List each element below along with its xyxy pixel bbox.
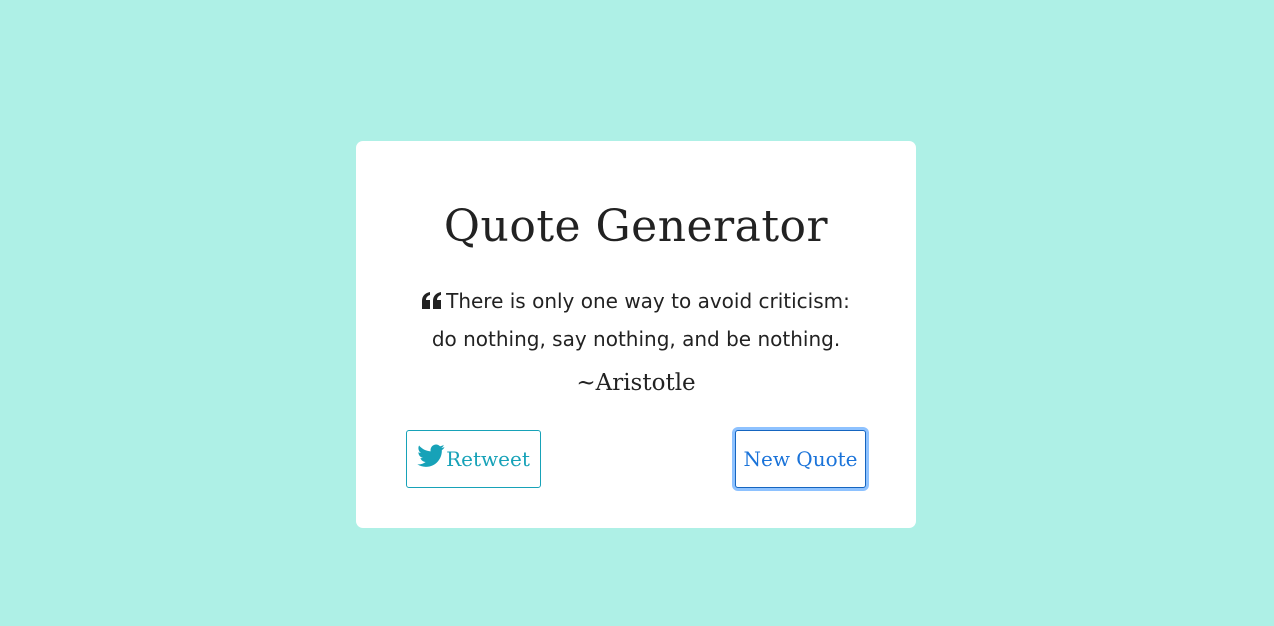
retweet-button[interactable]: Retweet	[406, 430, 541, 488]
new-quote-button[interactable]: New Quote	[735, 430, 866, 488]
new-quote-label: New Quote	[743, 447, 858, 471]
page-title: Quote Generator	[443, 201, 829, 252]
twitter-icon	[417, 444, 445, 467]
quote-text: There is only one way to avoid criticism…	[431, 289, 850, 351]
quote-card: Quote Generator There is only one way to…	[356, 141, 916, 528]
quote-text-block: There is only one way to avoid criticism…	[416, 282, 856, 358]
quote-left-icon	[422, 284, 442, 309]
quote-author: ~Aristotle	[576, 370, 696, 396]
retweet-label: Retweet	[446, 447, 530, 471]
